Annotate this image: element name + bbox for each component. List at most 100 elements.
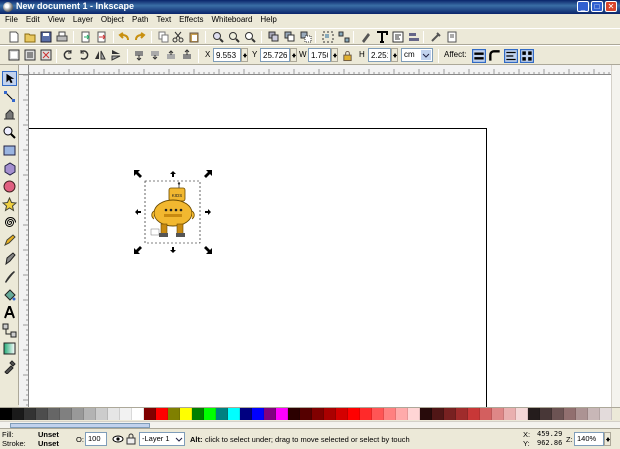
cut-icon[interactable] bbox=[172, 31, 184, 43]
selected-robot-drawing[interactable]: KIDS bbox=[133, 169, 213, 255]
transform-patterns-icon[interactable] bbox=[520, 49, 534, 63]
color-swatch[interactable] bbox=[396, 408, 408, 420]
x-field[interactable] bbox=[213, 48, 241, 62]
color-swatch[interactable] bbox=[528, 408, 540, 420]
color-swatch[interactable] bbox=[408, 408, 420, 420]
group-icon[interactable] bbox=[322, 31, 334, 43]
maximize-button[interactable]: □ bbox=[591, 1, 603, 12]
menu-whiteboard[interactable]: Whiteboard bbox=[208, 14, 257, 28]
color-swatch[interactable] bbox=[0, 408, 12, 420]
color-swatch[interactable] bbox=[276, 408, 288, 420]
menu-text[interactable]: Text bbox=[154, 14, 177, 28]
color-swatch[interactable] bbox=[192, 408, 204, 420]
raise-icon[interactable] bbox=[165, 49, 177, 61]
chevron-down-icon[interactable] bbox=[421, 50, 431, 60]
clone-icon[interactable] bbox=[284, 31, 296, 43]
ungroup-icon[interactable] bbox=[338, 31, 350, 43]
color-swatch[interactable] bbox=[540, 408, 552, 420]
vertical-scrollbar[interactable] bbox=[611, 65, 620, 407]
unlink-clone-icon[interactable] bbox=[300, 31, 312, 43]
color-swatch[interactable] bbox=[504, 408, 516, 420]
color-swatch[interactable] bbox=[324, 408, 336, 420]
save-icon[interactable] bbox=[40, 31, 52, 43]
duplicate-icon[interactable] bbox=[268, 31, 280, 43]
copy-icon[interactable] bbox=[158, 31, 170, 43]
menu-effects[interactable]: Effects bbox=[176, 14, 208, 28]
color-swatch[interactable] bbox=[264, 408, 276, 420]
color-swatch[interactable] bbox=[132, 408, 144, 420]
select-all-icon[interactable] bbox=[8, 49, 20, 61]
color-swatch[interactable] bbox=[576, 408, 588, 420]
zoom-drawing-icon[interactable] bbox=[228, 31, 240, 43]
menu-file[interactable]: File bbox=[2, 14, 23, 28]
new-document-icon[interactable] bbox=[8, 31, 20, 43]
preferences-icon[interactable] bbox=[430, 31, 442, 43]
close-button[interactable]: ✕ bbox=[605, 1, 617, 12]
zoom-spinner[interactable] bbox=[604, 432, 611, 446]
align-distribute-icon[interactable] bbox=[408, 31, 420, 43]
color-swatch[interactable] bbox=[492, 408, 504, 420]
color-swatch[interactable] bbox=[288, 408, 300, 420]
color-swatch[interactable] bbox=[48, 408, 60, 420]
paste-icon[interactable] bbox=[188, 31, 200, 43]
color-swatch[interactable] bbox=[348, 408, 360, 420]
menu-help[interactable]: Help bbox=[257, 14, 281, 28]
palette-scrollbar[interactable] bbox=[0, 421, 620, 428]
menu-path[interactable]: Path bbox=[129, 14, 153, 28]
color-swatch[interactable] bbox=[336, 408, 348, 420]
color-swatch[interactable] bbox=[204, 408, 216, 420]
layer-lock-icon[interactable] bbox=[126, 433, 136, 445]
color-swatch[interactable] bbox=[144, 408, 156, 420]
menu-edit[interactable]: Edit bbox=[23, 14, 45, 28]
color-swatch[interactable] bbox=[252, 408, 264, 420]
layer-chevron-down-icon[interactable] bbox=[174, 434, 184, 444]
y-field[interactable] bbox=[260, 48, 290, 62]
menu-view[interactable]: View bbox=[45, 14, 70, 28]
print-icon[interactable] bbox=[56, 31, 68, 43]
color-swatch[interactable] bbox=[360, 408, 372, 420]
document-properties-icon[interactable] bbox=[446, 31, 458, 43]
color-swatch[interactable] bbox=[120, 408, 132, 420]
scale-corners-icon[interactable] bbox=[488, 49, 502, 63]
menu-layer[interactable]: Layer bbox=[70, 14, 98, 28]
color-swatch[interactable] bbox=[600, 408, 612, 420]
color-swatch[interactable] bbox=[480, 408, 492, 420]
color-swatch[interactable] bbox=[72, 408, 84, 420]
color-swatch[interactable] bbox=[456, 408, 468, 420]
layer-visibility-eye-icon[interactable] bbox=[112, 433, 124, 445]
color-swatch[interactable] bbox=[516, 408, 528, 420]
zoom-tool-icon[interactable] bbox=[2, 125, 17, 140]
color-swatch[interactable] bbox=[12, 408, 24, 420]
color-swatch[interactable] bbox=[180, 408, 192, 420]
color-swatch[interactable] bbox=[300, 408, 312, 420]
calligraphy-tool-icon[interactable] bbox=[2, 269, 17, 284]
minimize-button[interactable]: _ bbox=[577, 1, 589, 12]
import-icon[interactable] bbox=[80, 31, 92, 43]
color-swatch[interactable] bbox=[168, 408, 180, 420]
star-tool-icon[interactable] bbox=[2, 197, 17, 212]
spiral-tool-icon[interactable] bbox=[2, 215, 17, 230]
open-icon[interactable] bbox=[24, 31, 36, 43]
pen-tool-icon[interactable] bbox=[2, 251, 17, 266]
color-swatch[interactable] bbox=[96, 408, 108, 420]
drawing-canvas[interactable]: KIDS bbox=[29, 75, 611, 407]
zoom-page-icon[interactable] bbox=[244, 31, 256, 43]
stroke-value[interactable]: Unset bbox=[38, 439, 59, 448]
color-swatch[interactable] bbox=[60, 408, 72, 420]
color-swatch[interactable] bbox=[312, 408, 324, 420]
3d-box-tool-icon[interactable] bbox=[2, 161, 17, 176]
color-swatch[interactable] bbox=[564, 408, 576, 420]
h-spinner[interactable] bbox=[391, 48, 398, 62]
ellipse-tool-icon[interactable] bbox=[2, 179, 17, 194]
deselect-icon[interactable] bbox=[40, 49, 52, 61]
connector-tool-icon[interactable] bbox=[2, 323, 17, 338]
color-swatch[interactable] bbox=[24, 408, 36, 420]
node-tool-icon[interactable] bbox=[2, 89, 17, 104]
text-tool-icon[interactable] bbox=[2, 305, 17, 320]
vertical-ruler[interactable] bbox=[19, 75, 29, 407]
color-swatch[interactable] bbox=[216, 408, 228, 420]
selector-tool-icon[interactable] bbox=[2, 71, 17, 86]
color-swatch[interactable] bbox=[372, 408, 384, 420]
lower-to-bottom-icon[interactable] bbox=[133, 49, 145, 61]
horizontal-ruler[interactable] bbox=[19, 65, 611, 75]
